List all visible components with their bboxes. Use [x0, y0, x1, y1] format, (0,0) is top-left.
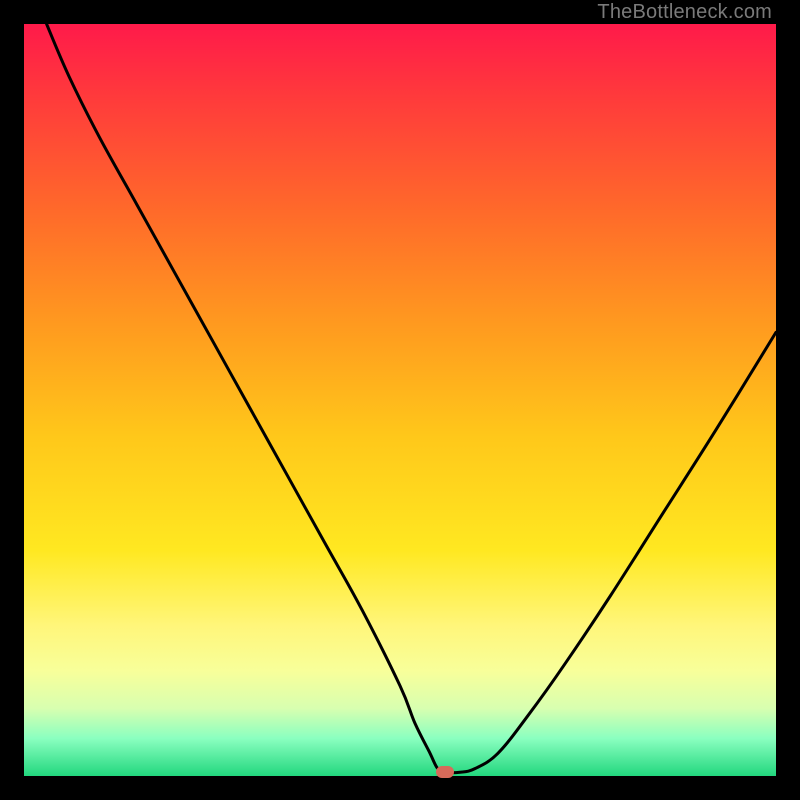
plot-area	[24, 24, 776, 776]
optimum-marker	[436, 766, 454, 778]
watermark-text: TheBottleneck.com	[597, 1, 772, 24]
chart-frame: TheBottleneck.com	[0, 0, 800, 800]
bottleneck-curve	[24, 24, 776, 776]
